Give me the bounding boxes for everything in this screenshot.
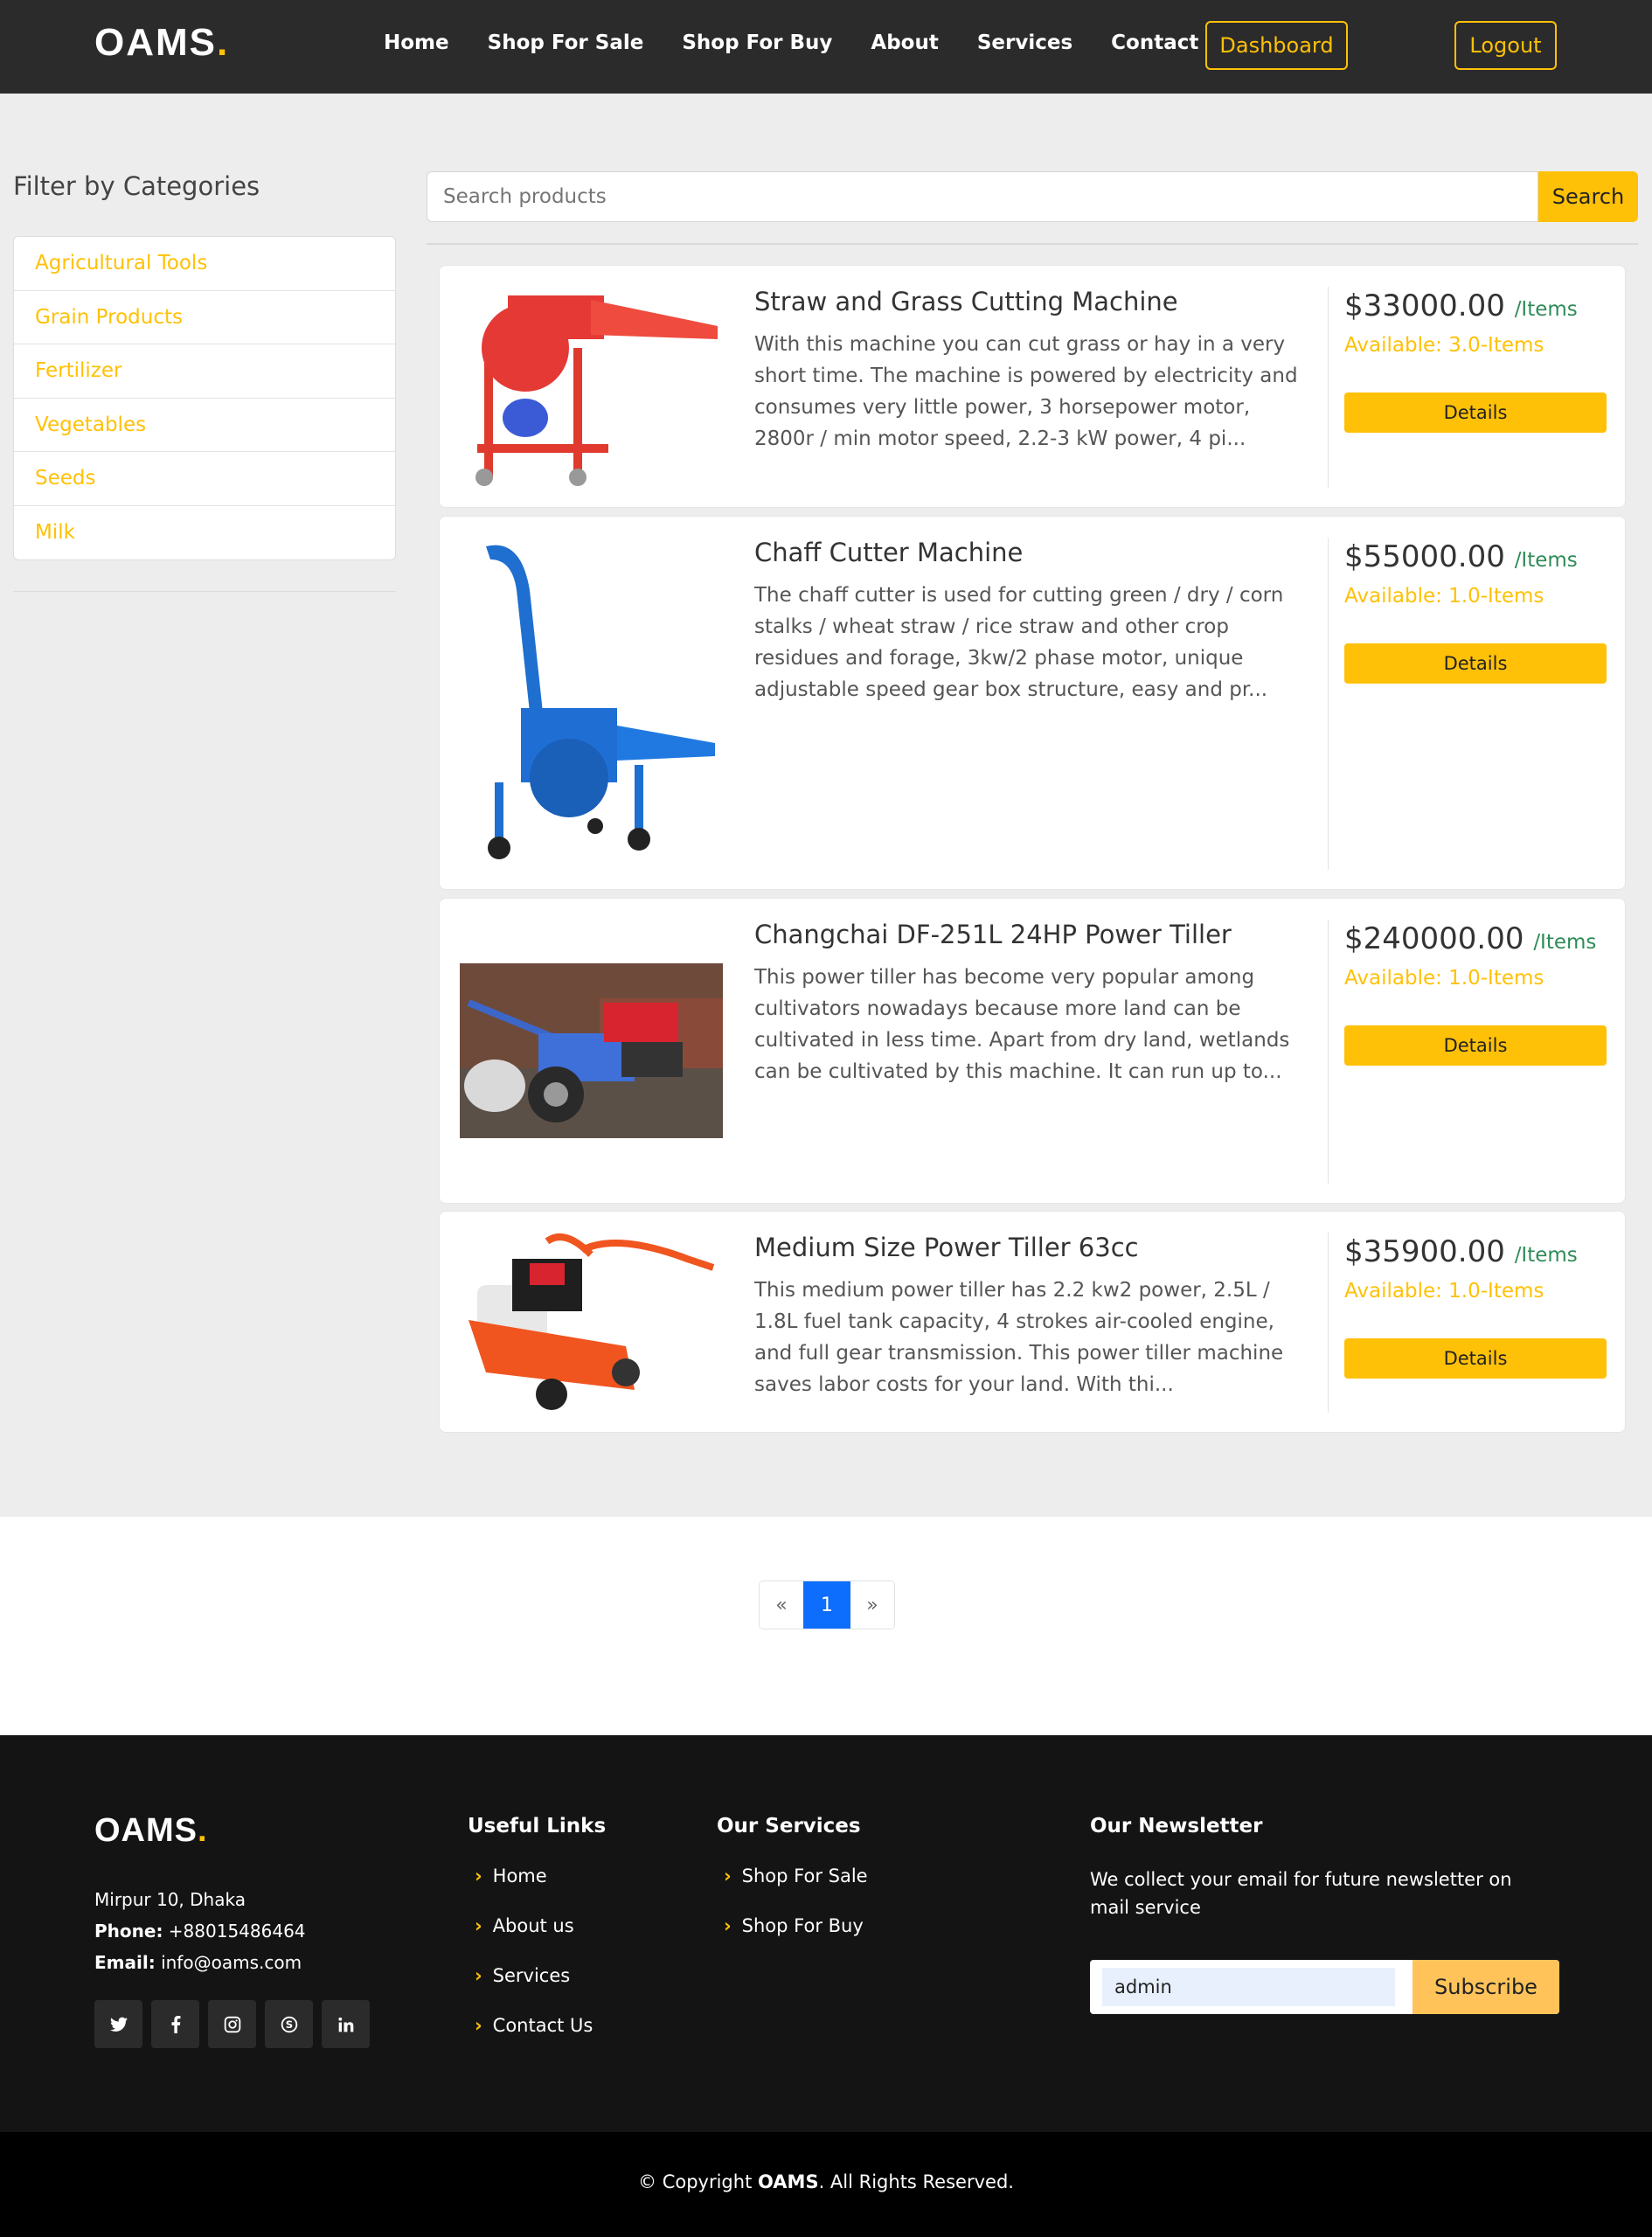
product-price: $55000.00 /Items — [1344, 539, 1578, 574]
chevron-right-icon: › — [475, 1915, 482, 1936]
product-description: This medium power tiller has 2.2 kw2 pow… — [754, 1279, 1284, 1396]
product-availability: Available: 1.0-Items — [1344, 585, 1544, 608]
product-card: Chaff Cutter Machine The chaff cutter is… — [439, 516, 1626, 890]
search-input[interactable] — [427, 171, 1538, 222]
footer-link-about[interactable]: › About us — [475, 1915, 593, 1965]
category-grain-products[interactable]: Grain Products — [14, 291, 395, 344]
product-image-power-tiller[interactable] — [460, 963, 723, 1138]
details-button[interactable]: Details — [1344, 643, 1607, 684]
product-description: This power tiller has become very popula… — [754, 966, 1290, 1083]
newsletter-form: Subscribe — [1090, 1960, 1559, 2014]
card-divider — [1328, 920, 1329, 1184]
category-fertilizer[interactable]: Fertilizer — [14, 344, 395, 399]
card-divider — [1328, 538, 1329, 870]
chevron-right-icon: › — [475, 1965, 482, 1986]
services-title: Our Services — [717, 1815, 861, 1838]
product-description: The chaff cutter is used for cutting gre… — [754, 584, 1284, 701]
newsletter-email-input[interactable] — [1102, 1968, 1395, 2006]
pagination: « 1 » — [759, 1580, 895, 1629]
content-divider — [427, 243, 1638, 245]
category-list: Agricultural Tools Grain Products Fertil… — [13, 236, 396, 560]
dashboard-button[interactable]: Dashboard — [1205, 21, 1348, 70]
product-card: Straw and Grass Cutting Machine With thi… — [439, 265, 1626, 508]
product-image-chaff-cutter[interactable] — [460, 538, 723, 870]
product-title[interactable]: Changchai DF-251L 24HP Power Tiller — [754, 920, 1232, 949]
details-button[interactable]: Details — [1344, 1338, 1607, 1379]
nav-home[interactable]: Home — [384, 31, 449, 54]
linkedin-icon[interactable] — [322, 2000, 370, 2048]
footer-link-contact[interactable]: › Contact Us — [475, 2015, 593, 2065]
svg-text:S: S — [285, 2018, 292, 2031]
nav-shop-for-sale[interactable]: Shop For Sale — [488, 31, 644, 54]
footer-link-services[interactable]: › Services — [475, 1965, 593, 2015]
footer-logo: OAMS. — [94, 1812, 208, 1849]
product-price: $35900.00 /Items — [1344, 1234, 1578, 1269]
chevron-right-icon: › — [475, 2015, 482, 2036]
product-availability: Available: 1.0-Items — [1344, 1280, 1544, 1303]
footer-address: Mirpur 10, Dhaka — [94, 1889, 246, 1910]
newsletter-title: Our Newsletter — [1090, 1815, 1263, 1838]
subscribe-button[interactable]: Subscribe — [1413, 1960, 1559, 2014]
facebook-icon[interactable] — [151, 2000, 199, 2048]
product-title[interactable]: Straw and Grass Cutting Machine — [754, 287, 1178, 316]
main-nav: Home Shop For Sale Shop For Buy About Se… — [384, 31, 1237, 54]
card-divider — [1328, 1233, 1329, 1413]
product-availability: Available: 3.0-Items — [1344, 334, 1544, 357]
top-navbar: OAMS. Home Shop For Sale Shop For Buy Ab… — [0, 0, 1652, 94]
search-button[interactable]: Search — [1538, 171, 1638, 222]
category-seeds[interactable]: Seeds — [14, 452, 395, 506]
details-button[interactable]: Details — [1344, 393, 1607, 433]
nav-contact[interactable]: Contact — [1111, 31, 1198, 54]
footer-link-shop-for-buy[interactable]: › Shop For Buy — [724, 1915, 868, 1965]
sidebar-divider — [13, 591, 396, 592]
filter-title: Filter by Categories — [13, 171, 260, 201]
product-card: Changchai DF-251L 24HP Power Tiller This… — [439, 898, 1626, 1204]
details-button[interactable]: Details — [1344, 1025, 1607, 1066]
nav-about[interactable]: About — [871, 31, 938, 54]
product-description: With this machine you can cut grass or h… — [754, 333, 1298, 450]
chevron-right-icon: › — [475, 1865, 482, 1886]
nav-services[interactable]: Services — [977, 31, 1072, 54]
footer-link-shop-for-sale[interactable]: › Shop For Sale — [724, 1865, 868, 1915]
chevron-right-icon: › — [724, 1915, 732, 1936]
search-bar: Search — [427, 171, 1638, 222]
useful-links-list: › Home › About us › Services › Contact Us — [475, 1865, 593, 2065]
social-links: S — [94, 2000, 370, 2048]
useful-links-title: Useful Links — [468, 1815, 607, 1838]
newsletter-description: We collect your email for future newslet… — [1090, 1869, 1512, 1918]
copyright-text: © Copyright OAMS. All Rights Reserved. — [638, 2171, 1014, 2192]
product-title[interactable]: Medium Size Power Tiller 63cc — [754, 1233, 1139, 1262]
product-image-straw-cutter[interactable] — [460, 287, 723, 488]
nav-shop-for-buy[interactable]: Shop For Buy — [682, 31, 832, 54]
footer-email: Email: info@oams.com — [94, 1952, 302, 1973]
product-price: $33000.00 /Items — [1344, 288, 1578, 323]
product-availability: Available: 1.0-Items — [1344, 967, 1544, 990]
pagination-page-1[interactable]: 1 — [803, 1581, 850, 1629]
site-logo[interactable]: OAMS. — [94, 21, 229, 65]
product-price: $240000.00 /Items — [1344, 921, 1597, 956]
pagination-next[interactable]: » — [850, 1581, 894, 1629]
category-milk[interactable]: Milk — [14, 506, 395, 560]
product-image-medium-tiller[interactable] — [460, 1233, 723, 1413]
services-list: › Shop For Sale › Shop For Buy — [724, 1865, 868, 1965]
chevron-right-icon: › — [724, 1865, 732, 1886]
pagination-prev[interactable]: « — [760, 1581, 803, 1629]
category-vegetables[interactable]: Vegetables — [14, 399, 395, 452]
logout-button[interactable]: Logout — [1454, 21, 1557, 70]
instagram-icon[interactable] — [208, 2000, 256, 2048]
twitter-icon[interactable] — [94, 2000, 142, 2048]
card-divider — [1328, 287, 1329, 488]
footer-contact-info: Mirpur 10, Dhaka Phone: +88015486464 Ema… — [94, 1884, 306, 1978]
footer-link-home[interactable]: › Home — [475, 1865, 593, 1915]
product-title[interactable]: Chaff Cutter Machine — [754, 538, 1023, 567]
product-card: Medium Size Power Tiller 63cc This mediu… — [439, 1211, 1626, 1433]
footer-phone: Phone: +88015486464 — [94, 1921, 306, 1942]
skype-icon[interactable]: S — [265, 2000, 313, 2048]
category-agricultural-tools[interactable]: Agricultural Tools — [14, 237, 395, 291]
